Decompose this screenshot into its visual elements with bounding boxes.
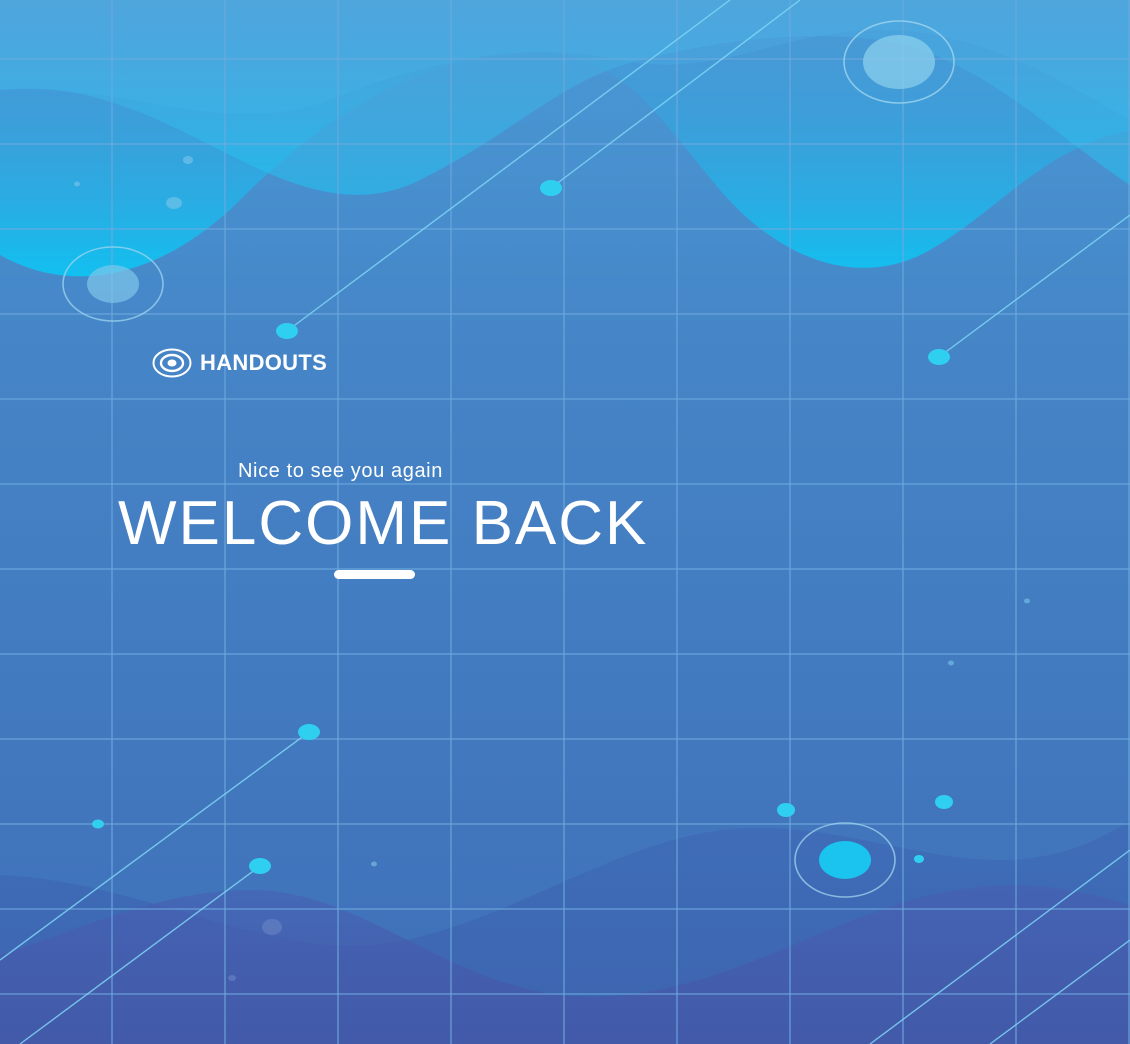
title-underline [334,570,415,579]
brand: HANDOUTS [152,348,327,378]
brand-name: HANDOUTS [200,350,328,375]
welcome-subtitle: Nice to see you again [238,460,443,482]
welcome-screen: HANDOUTS Nice to see you again WELCOME B… [0,0,1130,1044]
concentric-circles-icon [152,348,192,378]
welcome-title: WELCOME BACK [118,489,649,558]
